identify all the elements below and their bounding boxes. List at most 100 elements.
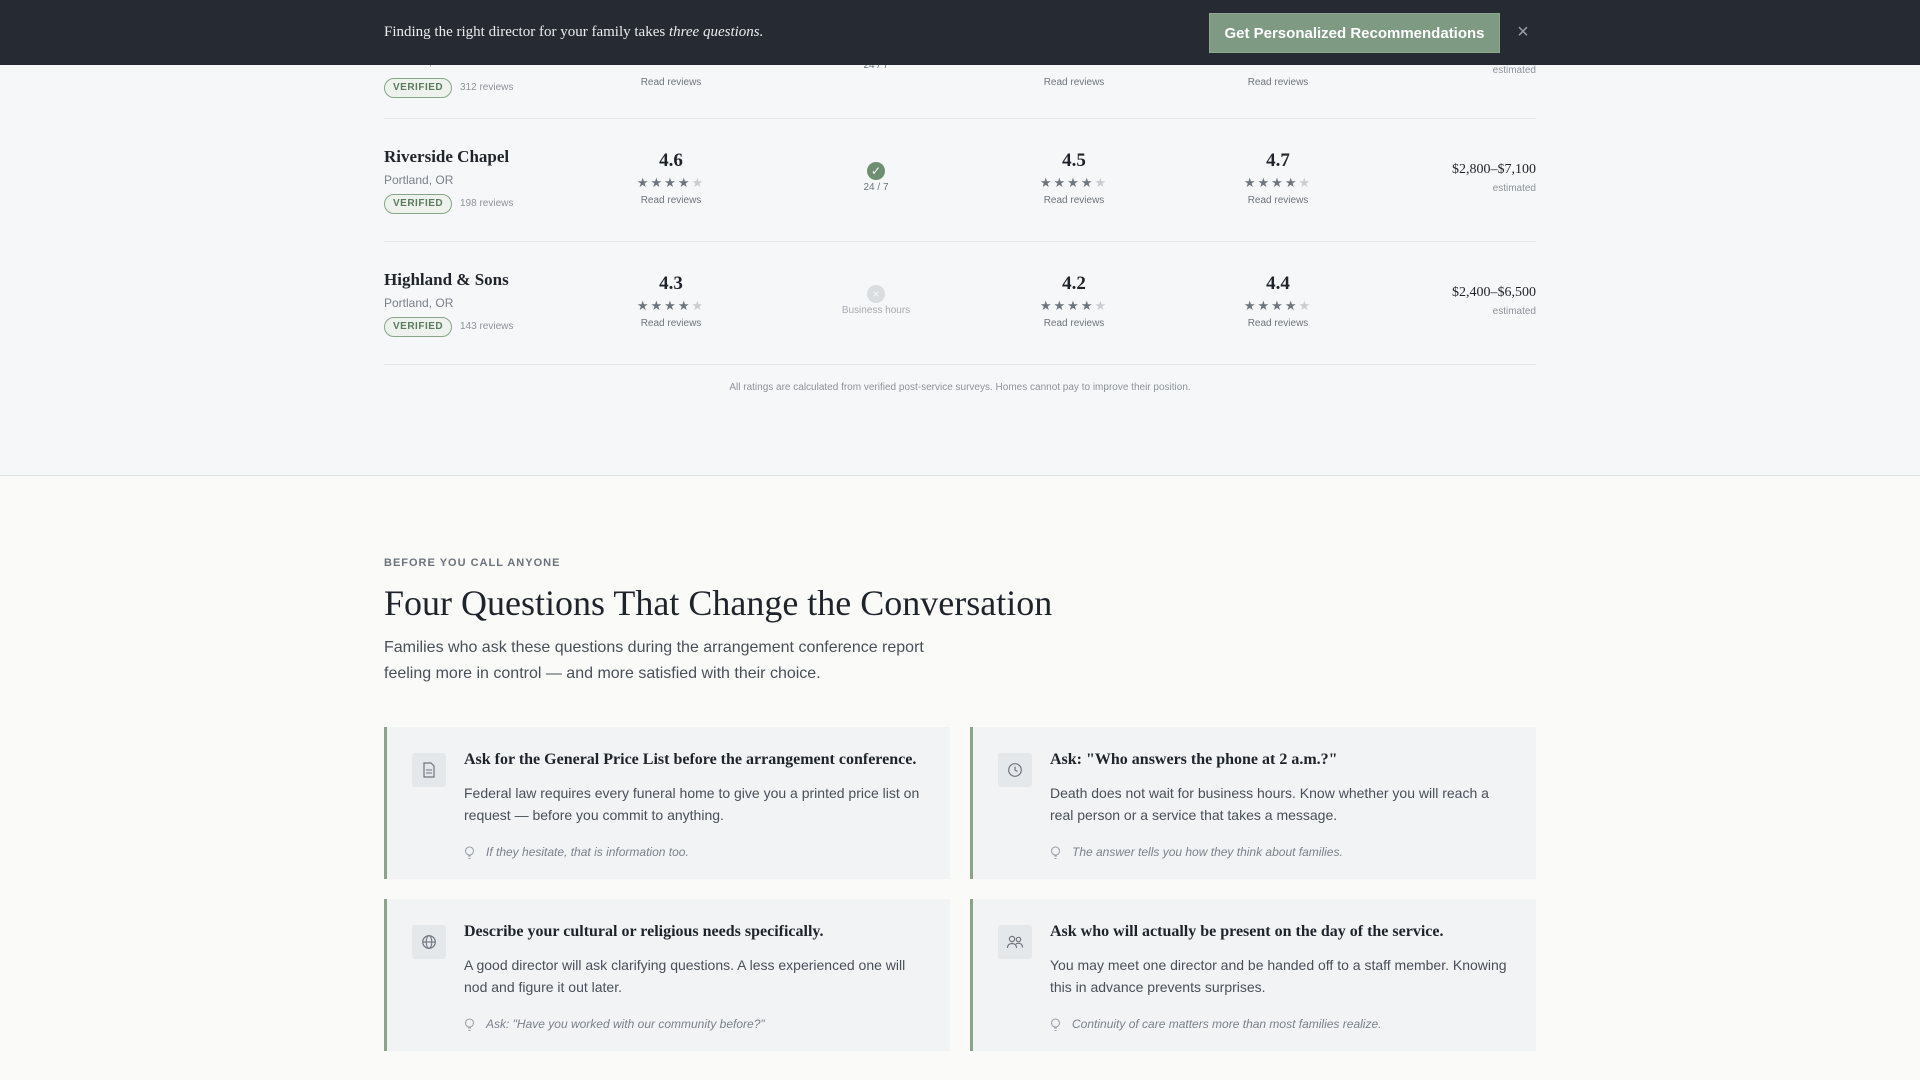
card-tip-text: Continuity of care matters more than mos… bbox=[1072, 1017, 1382, 1031]
question-card: Describe your cultural or religious need… bbox=[384, 899, 950, 1051]
section-heading: Four Questions That Change the Conversat… bbox=[384, 583, 1053, 623]
card-tip-text: Ask: "Have you worked with our community… bbox=[486, 1017, 765, 1031]
star-icon: ★ bbox=[1094, 298, 1109, 313]
lightbulb-icon bbox=[1050, 1018, 1061, 1032]
review-count[interactable]: 312 reviews bbox=[460, 82, 513, 93]
star-icon: ★ bbox=[1053, 175, 1068, 190]
lightbulb-icon bbox=[464, 846, 475, 860]
verified-badge: VERIFIED bbox=[384, 317, 453, 337]
rating-cell: Read reviews bbox=[1218, 72, 1338, 88]
banner-message: Finding the right director for your fami… bbox=[384, 24, 763, 41]
read-reviews-link[interactable]: Read reviews bbox=[1014, 195, 1134, 206]
people-icon bbox=[998, 925, 1032, 959]
table-row: Riverside Chapel Portland, OR VERIFIED 1… bbox=[384, 120, 1536, 242]
read-reviews-link[interactable]: Read reviews bbox=[1218, 318, 1338, 329]
star-icon: ★ bbox=[1298, 298, 1313, 313]
price-cell: $2,800–$7,100 estimated bbox=[1452, 162, 1536, 194]
star-icon: ★ bbox=[636, 175, 651, 190]
price-note: estimated bbox=[1492, 65, 1536, 76]
star-rating: ★★★★★ bbox=[611, 176, 731, 190]
availability-cell: × Business hours bbox=[826, 285, 926, 316]
star-icon: ★ bbox=[1039, 175, 1054, 190]
review-count[interactable]: 143 reviews bbox=[460, 321, 513, 332]
read-reviews-link[interactable]: Read reviews bbox=[1014, 77, 1134, 88]
read-reviews-link[interactable]: Read reviews bbox=[611, 318, 731, 329]
star-icon: ★ bbox=[664, 298, 678, 313]
get-recommendations-button[interactable]: Get Personalized Recommendations bbox=[1209, 13, 1500, 53]
star-icon: ★ bbox=[1257, 175, 1272, 190]
star-icon: ★ bbox=[1039, 298, 1054, 313]
rating-value: 4.7 bbox=[1266, 150, 1290, 171]
card-tip: Continuity of care matters more than mos… bbox=[1050, 1017, 1516, 1032]
rating-cell: 4.5 ★★★★★ Read reviews bbox=[1014, 150, 1134, 206]
star-icon: ★ bbox=[1067, 175, 1081, 190]
home-location: Portland, OR bbox=[384, 296, 454, 310]
star-icon: ★ bbox=[1271, 175, 1285, 190]
star-rating: ★★★★★ bbox=[1218, 176, 1338, 190]
card-body: Federal law requires every funeral home … bbox=[464, 785, 920, 823]
price-note: estimated bbox=[1492, 306, 1536, 317]
star-icon: ★ bbox=[1271, 298, 1285, 313]
rating-value: 4.4 bbox=[1266, 273, 1290, 294]
section-intro: Families who ask these questions during … bbox=[384, 639, 924, 682]
question-card: Ask: "Who answers the phone at 2 a.m.?" … bbox=[970, 727, 1536, 879]
star-rating: ★★★★★ bbox=[1218, 299, 1338, 313]
card-title: Ask who will actually be present on the … bbox=[1050, 923, 1444, 940]
rating-cell: 4.3 ★★★★★ Read reviews bbox=[611, 273, 731, 329]
home-name[interactable]: Riverside Chapel bbox=[384, 147, 509, 167]
card-title: Ask: "Who answers the phone at 2 a.m.?" bbox=[1050, 751, 1338, 768]
card-tip: Ask: "Have you worked with our community… bbox=[464, 1017, 930, 1032]
table-row: Highland & Sons Portland, OR VERIFIED 14… bbox=[384, 243, 1536, 365]
star-icon: ★ bbox=[1053, 298, 1068, 313]
rating-value: 4.2 bbox=[1062, 273, 1086, 294]
price-range: $2,400–$6,500 bbox=[1452, 285, 1536, 300]
star-icon: ★ bbox=[691, 175, 706, 190]
banner-message-emphasis: three questions. bbox=[668, 24, 764, 40]
unavailable-icon: × bbox=[867, 285, 885, 303]
read-reviews-link[interactable]: Read reviews bbox=[1218, 77, 1338, 88]
star-icon: ★ bbox=[650, 298, 665, 313]
star-icon: ★ bbox=[1257, 298, 1272, 313]
card-body: A good director will ask clarifying ques… bbox=[464, 957, 906, 995]
star-icon: ★ bbox=[1284, 298, 1299, 313]
star-icon: ★ bbox=[677, 298, 692, 313]
lightbulb-icon bbox=[464, 1018, 475, 1032]
card-title: Ask for the General Price List before th… bbox=[464, 751, 917, 768]
globe-icon bbox=[412, 925, 446, 959]
review-count[interactable]: 198 reviews bbox=[460, 198, 513, 209]
availability-label: 24 / 7 bbox=[863, 182, 889, 193]
read-reviews-link[interactable]: Read reviews bbox=[1218, 195, 1338, 206]
star-icon: ★ bbox=[636, 298, 651, 313]
star-icon: ★ bbox=[1067, 298, 1081, 313]
verified-badge: VERIFIED bbox=[384, 194, 453, 214]
star-icon: ★ bbox=[1080, 298, 1095, 313]
card-body: Death does not wait for business hours. … bbox=[1050, 785, 1489, 823]
rating-cell: 4.6 ★★★★★ Read reviews bbox=[611, 150, 731, 206]
banner-message-text: Finding the right director for your fami… bbox=[384, 24, 669, 40]
home-name[interactable]: Highland & Sons bbox=[384, 270, 509, 290]
question-card: Ask who will actually be present on the … bbox=[970, 899, 1536, 1051]
star-icon: ★ bbox=[1298, 175, 1313, 190]
recommendation-banner: Finding the right director for your fami… bbox=[0, 0, 1920, 65]
star-icon: ★ bbox=[1080, 175, 1095, 190]
close-icon[interactable]: × bbox=[1512, 22, 1534, 44]
read-reviews-link[interactable]: Read reviews bbox=[1014, 318, 1134, 329]
star-icon: ★ bbox=[677, 175, 692, 190]
card-tip: The answer tells you how they think abou… bbox=[1050, 845, 1516, 860]
price-note: estimated bbox=[1492, 183, 1536, 194]
availability-label: Business hours bbox=[841, 305, 911, 316]
home-location: Portland, OR bbox=[384, 173, 454, 187]
rating-cell: Read reviews bbox=[611, 72, 731, 88]
verified-badge: VERIFIED bbox=[384, 78, 453, 98]
rating-cell: 4.2 ★★★★★ Read reviews bbox=[1014, 273, 1134, 329]
rating-value: 4.5 bbox=[1062, 150, 1086, 171]
star-rating: ★★★★★ bbox=[611, 299, 731, 313]
lightbulb-icon bbox=[1050, 846, 1061, 860]
star-rating: ★★★★★ bbox=[1014, 176, 1134, 190]
read-reviews-link[interactable]: Read reviews bbox=[611, 77, 731, 88]
price-range: $2,800–$7,100 bbox=[1452, 162, 1536, 177]
read-reviews-link[interactable]: Read reviews bbox=[611, 195, 731, 206]
star-icon: ★ bbox=[664, 175, 678, 190]
card-body: You may meet one director and be handed … bbox=[1050, 957, 1507, 995]
rating-cell: Read reviews bbox=[1014, 72, 1134, 88]
